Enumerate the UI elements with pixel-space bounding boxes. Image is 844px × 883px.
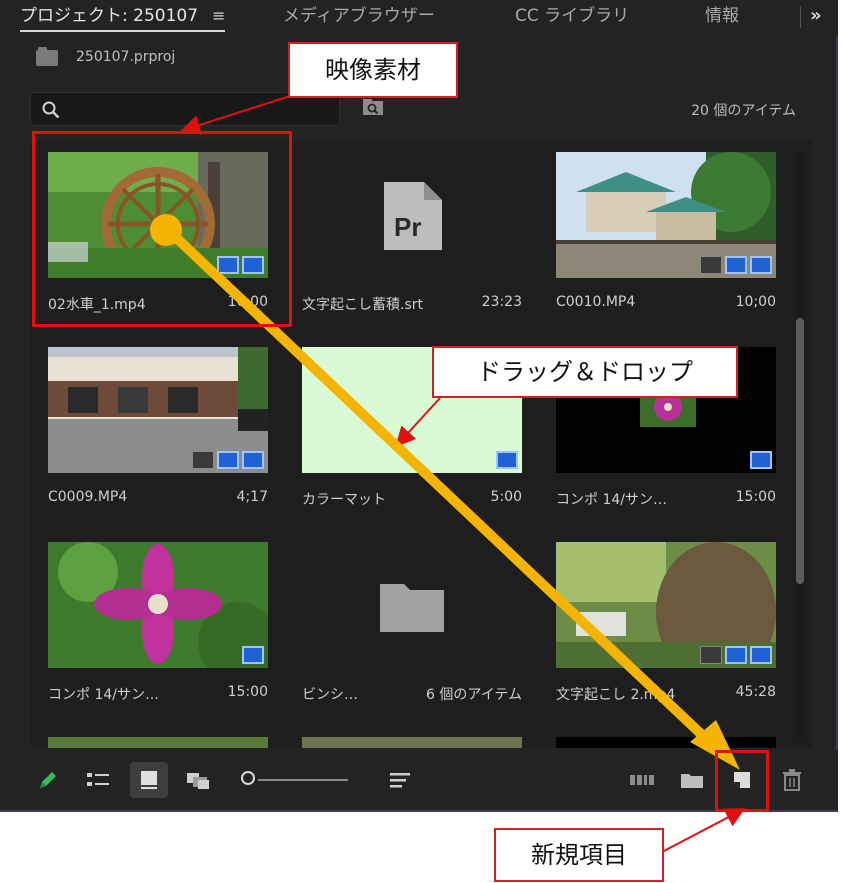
project-item-c0010[interactable]: C0010.MP4 10;00 (540, 140, 780, 330)
badge-group (750, 451, 772, 469)
trash-icon[interactable] (778, 766, 806, 794)
project-file-icon (36, 47, 58, 66)
tab-project[interactable]: プロジェクト: 250107 ≡ (20, 4, 226, 32)
pencil-icon[interactable] (34, 766, 62, 794)
badge-group (192, 451, 264, 469)
thumbnail-clematis (48, 542, 268, 668)
badge-group (242, 646, 264, 664)
item-duration: 15:00 (227, 684, 268, 700)
item-count: 20 個のアイテム (691, 103, 796, 119)
project-panel: プロジェクト: 250107 ≡ メディアブラウザー CC ライブラリ 情報 » … (0, 0, 838, 812)
item-name: コンポ 14/サン… (48, 687, 159, 703)
item-duration: 10;00 (735, 294, 776, 310)
item-name: ビンシ… (302, 687, 358, 703)
project-item-comp-clematis[interactable]: コンポ 14/サン… 15:00 (32, 530, 272, 720)
item-name: 文字起こし蓄積.srt (302, 297, 423, 313)
tab-cc-library[interactable]: CC ライブラリ (515, 4, 629, 30)
list-view-icon[interactable] (84, 766, 112, 794)
more-tabs-icon[interactable]: » (810, 5, 822, 26)
thumbnail-bin (302, 542, 522, 668)
audio-badge-icon (242, 451, 264, 469)
item-name: 文字起こし 2.mp4 (556, 687, 676, 703)
video-badge-icon (725, 646, 747, 664)
svg-text:Pr: Pr (394, 212, 421, 242)
new-bin-icon[interactable] (678, 766, 706, 794)
badge-group (700, 646, 772, 664)
audio-badge-icon (750, 646, 772, 664)
zoom-slider-track[interactable] (258, 779, 348, 781)
automate-to-sequence-icon[interactable] (628, 766, 656, 794)
thumbnail-partial (302, 737, 522, 748)
project-item-srt[interactable]: Pr 文字起こし蓄積.srt 23:23 (286, 140, 526, 330)
item-duration: 45:28 (735, 684, 776, 700)
panel-menu-icon[interactable]: ≡ (212, 6, 225, 25)
video-badge-icon (217, 451, 239, 469)
highlight-video-item (32, 131, 292, 327)
tab-media-browser[interactable]: メディアブラウザー (283, 4, 435, 30)
thumbnail-partial (556, 737, 776, 748)
item-name: C0010.MP4 (556, 294, 636, 310)
annotation-video-material: 映像素材 (288, 42, 458, 98)
icon-view-icon (141, 771, 157, 789)
video-badge-icon (725, 256, 747, 274)
thumbnail-partial (48, 737, 268, 748)
proxy-badge-icon (700, 646, 722, 664)
annotation-arrow-new-item (661, 808, 746, 853)
tab-project-label: プロジェクト: 250107 (20, 6, 199, 26)
freeform-view-icon[interactable] (184, 766, 212, 794)
item-name: C0009.MP4 (48, 489, 128, 505)
proxy-badge-icon (700, 256, 722, 274)
video-badge-icon (242, 646, 264, 664)
thumbnail-shrine (556, 152, 776, 278)
item-duration: 15:00 (735, 489, 776, 505)
item-name: カラーマット (302, 492, 386, 508)
badge-group (496, 451, 518, 469)
proxy-badge-icon (192, 451, 214, 469)
search-input[interactable] (69, 99, 333, 121)
project-item-bin[interactable]: ビンシ… 6 個のアイテム (286, 530, 526, 720)
project-item-partial[interactable] (32, 725, 272, 748)
project-file-name: 250107.prproj (76, 49, 176, 65)
badge-group (700, 256, 772, 274)
tab-divider (800, 6, 801, 28)
item-duration: 23:23 (481, 294, 522, 310)
panel-tab-bar: プロジェクト: 250107 ≡ メディアブラウザー CC ライブラリ 情報 » (0, 0, 838, 36)
search-icon (42, 101, 60, 119)
annotation-drag-and-drop: ドラッグ＆ドロップ (432, 346, 738, 398)
bin-folder-icon (380, 584, 444, 632)
video-badge-icon (750, 451, 772, 469)
bottom-toolbar (0, 750, 838, 810)
project-item-c0009[interactable]: C0009.MP4 4;17 (32, 335, 272, 525)
premiere-file-icon: Pr (384, 182, 442, 250)
item-duration: 5:00 (490, 489, 522, 505)
zoom-slider-handle[interactable] (241, 771, 255, 785)
find-in-bin-icon[interactable] (362, 98, 384, 116)
item-duration: 4;17 (236, 489, 268, 505)
project-item-partial[interactable] (286, 725, 526, 748)
project-item-partial[interactable] (540, 725, 780, 748)
thumbnail-tree-path (556, 542, 776, 668)
project-item-transcript2[interactable]: 文字起こし 2.mp4 45:28 (540, 530, 780, 720)
sort-icon[interactable] (386, 766, 414, 794)
icon-view-button[interactable] (130, 762, 168, 798)
thumbnail-srt: Pr (302, 152, 522, 278)
tab-info[interactable]: 情報 (705, 4, 739, 30)
audio-badge-icon (750, 256, 772, 274)
video-badge-icon (496, 451, 518, 469)
item-duration: 6 個のアイテム (426, 687, 522, 703)
item-name: コンポ 14/サン… (556, 492, 667, 508)
scrollbar-thumb[interactable] (796, 318, 804, 584)
annotation-new-item: 新規項目 (494, 828, 664, 882)
highlight-new-item-button (715, 750, 769, 812)
thumbnail-building (48, 347, 268, 473)
